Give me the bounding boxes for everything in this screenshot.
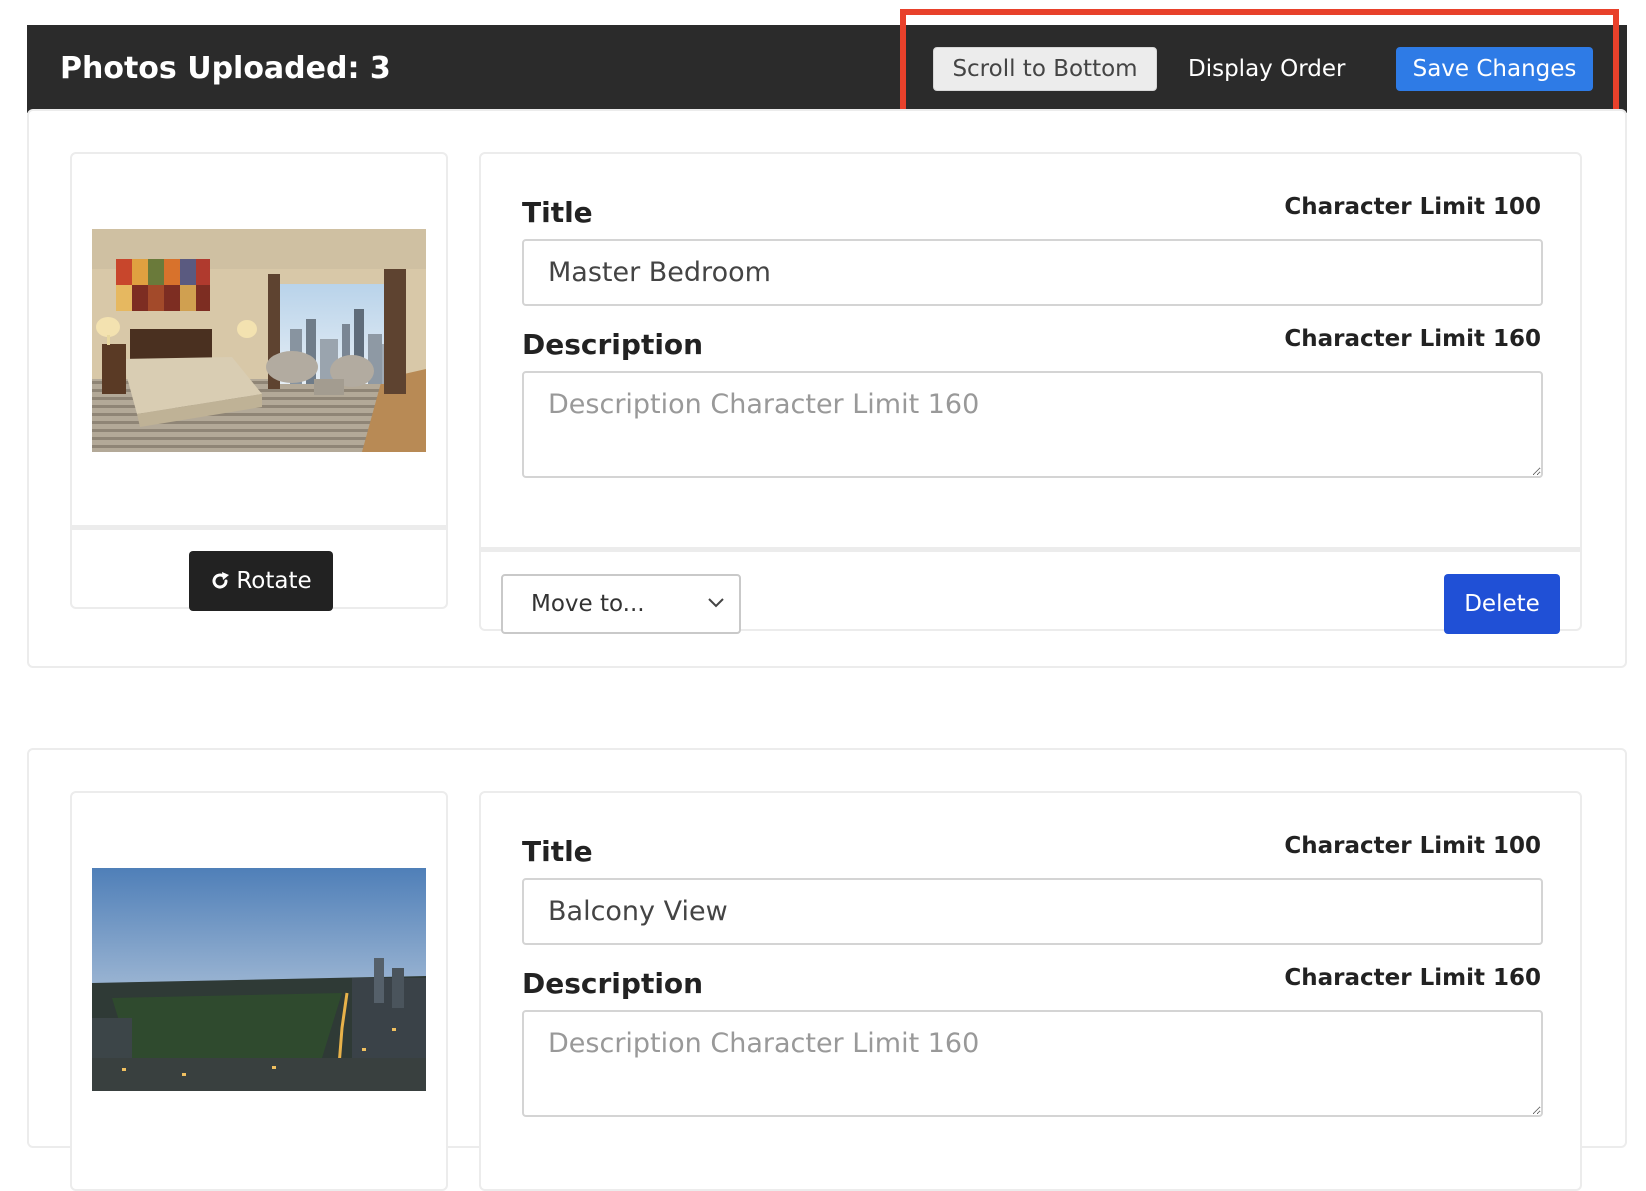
title-input[interactable] [522,878,1543,945]
description-label: Description [522,328,704,361]
photo-details-form: Title Character Limit 100 Description Ch… [479,791,1582,1191]
save-changes-button[interactable]: Save Changes [1396,47,1593,91]
title-label: Title [522,196,593,229]
display-order-link[interactable]: Display Order [1188,47,1345,91]
photo-details-form: Title Character Limit 100 Description Ch… [479,152,1582,634]
photo-panel: Rotate [70,152,448,611]
description-limit-label: Character Limit 160 [1284,326,1541,352]
title-label: Title [522,835,593,868]
move-to-select[interactable]: Move to... [501,574,741,634]
rotate-button[interactable]: Rotate [189,551,333,611]
bedroom-photo [92,229,426,452]
chevron-down-icon [708,598,724,608]
photo-card: Rotate Title Character Limit 100 Descrip… [27,109,1627,668]
title-input[interactable] [522,239,1543,306]
city-skyline-photo [92,868,426,1091]
description-limit-label: Character Limit 160 [1284,965,1541,991]
photo-card: Title Character Limit 100 Description Ch… [27,748,1627,1191]
description-label: Description [522,967,704,1000]
header-bar: Photos Uploaded: 3 [27,25,1627,113]
title-limit-label: Character Limit 100 [1284,194,1541,220]
delete-button[interactable]: Delete [1444,574,1560,634]
rotate-icon [212,572,230,589]
page-title: Photos Uploaded: 3 [60,51,391,86]
description-textarea[interactable] [522,371,1543,478]
scroll-to-bottom-button[interactable]: Scroll to Bottom [933,47,1157,91]
description-textarea[interactable] [522,1010,1543,1117]
photo-panel [70,791,448,1191]
title-limit-label: Character Limit 100 [1284,833,1541,859]
